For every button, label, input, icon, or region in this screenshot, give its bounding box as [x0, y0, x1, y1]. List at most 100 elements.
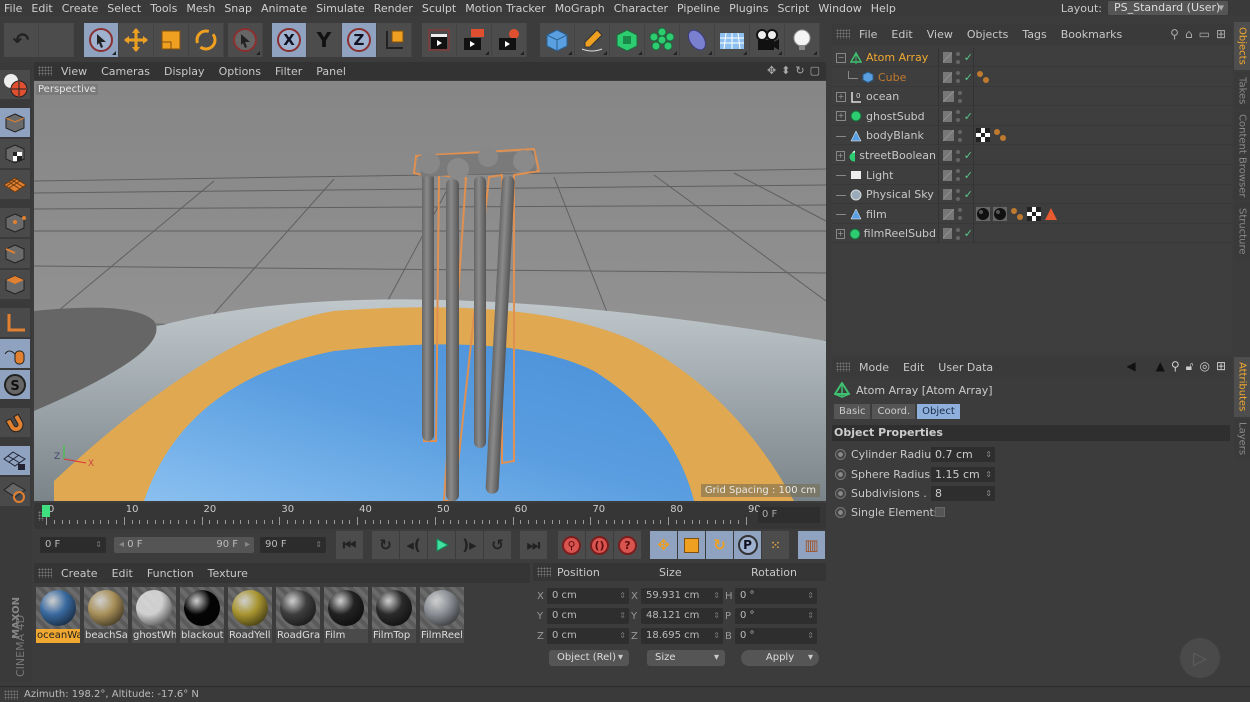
pen-icon[interactable]	[575, 23, 610, 57]
go-to-start-icon[interactable]: ⏮	[336, 531, 364, 559]
pos-z-field[interactable]: 0 cm	[547, 628, 629, 644]
menu-help[interactable]: Help	[867, 2, 901, 15]
make-editable-icon[interactable]	[0, 70, 30, 100]
object-name[interactable]: Cube	[878, 71, 906, 84]
mograph-cloner-icon[interactable]	[645, 23, 680, 57]
object-row[interactable]: + streetBoolean ✓	[832, 146, 1232, 165]
key-rotation-icon[interactable]: ↻	[706, 531, 734, 559]
pos-y-field[interactable]: 0 cm	[547, 608, 629, 624]
texture-tag-icon[interactable]	[993, 128, 1007, 142]
object-row[interactable]: + ghostSubd ✓	[832, 106, 1232, 126]
animate-radio-icon[interactable]	[835, 448, 846, 460]
texture-tag-icon[interactable]	[976, 70, 990, 84]
camera-icon[interactable]	[750, 23, 785, 57]
object-name[interactable]: bodyBlank	[866, 129, 924, 142]
new-panel-icon[interactable]: ⊞	[1216, 359, 1226, 374]
keyframe-selection-icon[interactable]: ?	[614, 531, 642, 559]
subdivision-icon[interactable]	[610, 23, 645, 57]
menu-script[interactable]: Script	[773, 2, 814, 15]
material-swatch[interactable]: FilmTop	[372, 587, 416, 643]
viewport-menu-cameras[interactable]: Cameras	[94, 65, 157, 78]
material-swatch[interactable]: RoadGra	[276, 587, 320, 643]
visibility-dots-icon[interactable]	[958, 129, 962, 142]
visibility-dots-icon[interactable]	[955, 110, 960, 123]
visibility-dots-icon[interactable]	[955, 227, 960, 240]
om-menu-edit[interactable]: Edit	[884, 28, 919, 41]
size-x-field[interactable]: 59.931 cm	[641, 588, 723, 604]
object-manager-grip-icon[interactable]	[836, 29, 850, 39]
edges-mode-icon[interactable]	[0, 239, 30, 269]
object-row[interactable]: Physical Sky ✓	[832, 185, 1232, 205]
rot-b-field[interactable]: 0 °	[735, 628, 817, 644]
key-parameter-icon[interactable]: P	[734, 531, 762, 559]
size-y-field[interactable]: 48.121 cm	[641, 608, 723, 624]
om-menu-file[interactable]: File	[852, 28, 884, 41]
timeline[interactable]: 0 10 20 30 40 50 60 70 80 90 0 F	[34, 503, 826, 529]
workplane-icon[interactable]	[0, 170, 30, 200]
minimize-icon[interactable]: ▭	[1199, 27, 1210, 41]
panel-grip-icon[interactable]	[38, 66, 52, 76]
checker-tag-icon[interactable]	[976, 128, 990, 143]
expand-icon[interactable]: +	[836, 228, 846, 239]
next-key-icon[interactable]: ↺	[484, 531, 512, 559]
layer-icon[interactable]	[943, 71, 952, 83]
x-axis-icon[interactable]: X	[272, 23, 307, 57]
visibility-dots-icon[interactable]	[955, 188, 960, 201]
viewport-menu-filter[interactable]: Filter	[268, 65, 309, 78]
record-keys-icon[interactable]: ⚲	[558, 531, 586, 559]
menu-window[interactable]: Window	[814, 2, 866, 15]
menu-render[interactable]: Render	[370, 2, 418, 15]
menu-create[interactable]: Create	[58, 2, 104, 15]
expand-icon[interactable]: +	[836, 111, 846, 122]
menu-mograph[interactable]: MoGraph	[551, 2, 610, 15]
frame-range-slider[interactable]: ◂ 0 F 90 F ▸	[114, 537, 254, 553]
texture-mode-icon[interactable]	[0, 139, 30, 169]
menu-edit[interactable]: Edit	[27, 2, 57, 15]
collapse-icon[interactable]: −	[836, 52, 846, 63]
viewport-menu-panel[interactable]: Panel	[309, 65, 353, 78]
checker-tag-icon[interactable]	[1027, 206, 1041, 221]
layout-dropdown[interactable]: PS_Standard (User)	[1108, 1, 1228, 15]
workplane-settings-icon[interactable]	[0, 477, 30, 507]
enabled-check-icon[interactable]: ✓	[964, 110, 973, 123]
size-z-field[interactable]: 18.695 cm	[641, 628, 723, 644]
tab-objects[interactable]: Objects	[1234, 22, 1250, 70]
visibility-dots-icon[interactable]	[955, 51, 960, 64]
key-position-icon[interactable]: ✥	[650, 531, 678, 559]
material-menu-create[interactable]: Create	[54, 567, 105, 580]
auto-keying-icon[interactable]: ()	[586, 531, 614, 559]
attribute-grip-icon[interactable]	[836, 362, 850, 372]
coordinate-mode-dropdown[interactable]: Object (Rel)	[549, 650, 629, 666]
menu-motion-tracker[interactable]: Motion Tracker	[461, 2, 550, 15]
pos-x-field[interactable]: 0 cm	[547, 588, 629, 604]
visibility-dots-icon[interactable]	[955, 149, 960, 162]
menu-select[interactable]: Select	[103, 2, 146, 15]
key-pla-icon[interactable]: ⁙	[762, 531, 790, 559]
polygons-mode-icon[interactable]	[0, 270, 30, 300]
layer-icon[interactable]	[943, 208, 954, 220]
object-row[interactable]: Cube ✓	[832, 67, 1232, 87]
tab-coord[interactable]: Coord.	[872, 404, 916, 419]
material-swatch[interactable]: blackout	[180, 587, 224, 643]
expand-icon[interactable]: +	[836, 91, 846, 102]
om-menu-tags[interactable]: Tags	[1015, 28, 1053, 41]
material-menu-texture[interactable]: Texture	[201, 567, 255, 580]
animate-radio-icon[interactable]	[835, 468, 846, 480]
object-row[interactable]: Light ✓	[832, 165, 1232, 185]
enabled-check-icon[interactable]: ✓	[964, 71, 973, 84]
enabled-check-icon[interactable]: ✓	[964, 149, 973, 162]
object-row[interactable]: film	[832, 204, 1232, 224]
enabled-check-icon[interactable]: ✓	[964, 169, 973, 182]
back-arrow-icon[interactable]: ◀	[1126, 359, 1135, 374]
subdivisions-field[interactable]: 8	[931, 485, 995, 501]
next-frame-icon[interactable]: )▸	[456, 531, 484, 559]
material-swatch[interactable]: FilmReel	[420, 587, 464, 643]
tab-basic[interactable]: Basic	[834, 404, 871, 419]
search-icon[interactable]: ⚲	[1171, 359, 1180, 374]
expand-icon[interactable]: +	[836, 150, 845, 161]
viewport-menu-options[interactable]: Options	[212, 65, 268, 78]
layer-icon[interactable]	[943, 169, 952, 181]
end-frame-field[interactable]: 90 F ⇕	[260, 537, 326, 553]
material-menu-function[interactable]: Function	[140, 567, 201, 580]
material-swatch[interactable]: beachSa	[84, 587, 128, 643]
